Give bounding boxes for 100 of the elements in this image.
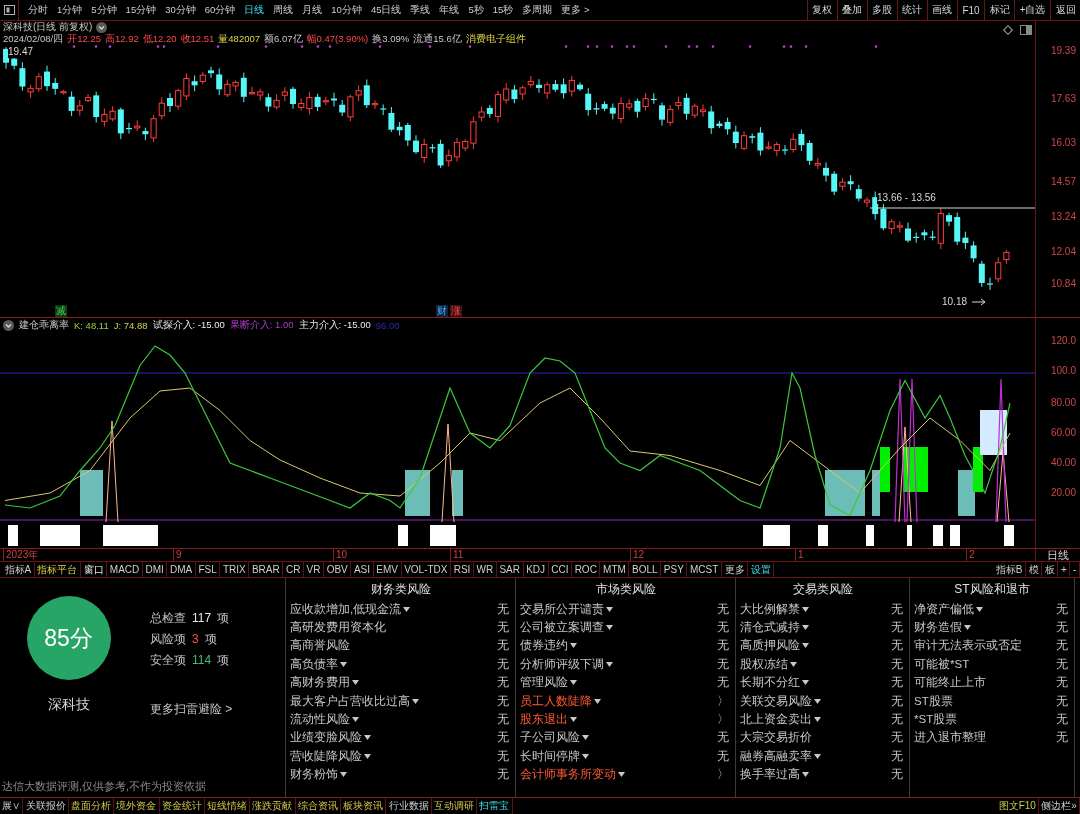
caret-down-icon[interactable] <box>976 606 983 612</box>
risk-item[interactable]: 高负债率 <box>290 656 338 672</box>
risk-item[interactable]: 股东退出 <box>520 712 568 728</box>
risk-item[interactable]: 高质押风险 <box>740 638 800 654</box>
more-menu[interactable]: 更多 > <box>561 3 590 17</box>
risk-item[interactable]: 财务造假 <box>914 620 962 636</box>
indicator-tab[interactable]: CCI <box>548 562 573 577</box>
indicator-tab[interactable]: BOLL <box>629 562 662 577</box>
risk-item[interactable]: 审计无法表示或否定 <box>914 638 1022 654</box>
bottom-tab[interactable]: 行业数据 <box>386 798 432 814</box>
risk-item[interactable]: 高研发费用资本化 <box>290 620 386 636</box>
period-tab[interactable]: 月线 <box>302 3 323 17</box>
risk-item[interactable]: 净资产偏低 <box>914 601 974 617</box>
risk-item[interactable]: 公司被立案调查 <box>520 620 604 636</box>
risk-item[interactable]: 交易所公开谴责 <box>520 601 604 617</box>
indicator-tab[interactable]: TRIX <box>220 562 250 577</box>
panel-control[interactable]: 指标B <box>993 562 1027 577</box>
split-panel-icon[interactable] <box>1020 25 1032 35</box>
caret-down-icon[interactable] <box>582 735 589 741</box>
caret-down-icon[interactable] <box>412 698 419 704</box>
bottom-tab[interactable]: 展∨ <box>0 798 24 814</box>
risk-item[interactable]: 股权冻结 <box>740 656 788 672</box>
risk-item[interactable]: 大宗交易折价 <box>740 730 812 746</box>
risk-item[interactable]: *ST股票 <box>914 712 958 728</box>
caret-down-icon[interactable] <box>570 680 577 686</box>
risk-item[interactable]: 财务粉饰 <box>290 767 338 783</box>
bottom-tab[interactable]: 综合资讯 <box>295 798 341 814</box>
indicator-tab[interactable]: CR <box>283 562 304 577</box>
risk-item[interactable]: 长时间停牌 <box>520 748 580 764</box>
period-tab[interactable]: 10分钟 <box>331 3 362 17</box>
indicator-tab[interactable]: PSY <box>661 562 688 577</box>
caret-down-icon[interactable] <box>340 772 347 778</box>
caret-down-icon[interactable] <box>802 606 809 612</box>
risk-item[interactable]: 融券高融卖率 <box>740 748 812 764</box>
risk-item[interactable]: 进入退市整理 <box>914 730 986 746</box>
side-panel-tab[interactable]: 图文F10 <box>996 798 1040 814</box>
indicator-tab[interactable]: 设置 <box>748 562 775 577</box>
indicator-tab[interactable]: MCST <box>687 562 722 577</box>
period-tab[interactable]: 多周期 <box>522 3 553 17</box>
indicator-tab[interactable]: 指标A <box>2 562 35 577</box>
risk-item[interactable]: 北上资金卖出 <box>740 712 812 728</box>
bottom-tab[interactable]: 境外资金 <box>114 798 160 814</box>
period-tab[interactable]: 周线 <box>273 3 294 17</box>
period-tab[interactable]: 日线 <box>244 3 265 17</box>
caret-down-icon[interactable] <box>606 606 613 612</box>
risk-item[interactable]: 业绩变脸风险 <box>290 730 362 746</box>
caret-down-icon[interactable] <box>340 661 347 667</box>
bottom-tab[interactable]: 涨跌贡献 <box>250 798 296 814</box>
risk-item[interactable]: 清仓式减持 <box>740 620 800 636</box>
caret-down-icon[interactable] <box>570 717 577 723</box>
period-tab[interactable]: 季线 <box>410 3 431 17</box>
risk-item[interactable]: 换手率过高 <box>740 767 800 783</box>
risk-item[interactable]: 关联交易风险 <box>740 693 812 709</box>
risk-item[interactable]: 员工人数陡降 <box>520 693 592 709</box>
more-scan-link[interactable]: 更多扫雷避险 > <box>150 701 233 718</box>
chevron-down-icon[interactable] <box>96 21 108 33</box>
caret-down-icon[interactable] <box>790 661 797 667</box>
caret-down-icon[interactable] <box>364 753 371 759</box>
period-tab[interactable]: 年线 <box>439 3 460 17</box>
indicator-tab[interactable]: VOL-TDX <box>401 562 452 577</box>
caret-down-icon[interactable] <box>352 680 359 686</box>
indicator-tab[interactable]: OBV <box>324 562 352 577</box>
indicator-tab[interactable]: DMA <box>167 562 196 577</box>
caret-down-icon[interactable] <box>606 661 613 667</box>
caret-down-icon[interactable] <box>606 625 613 631</box>
bottom-tab[interactable]: 互动调研 <box>431 798 478 814</box>
risk-item[interactable]: 高财务费用 <box>290 675 350 691</box>
indicator-tab[interactable]: WR <box>473 562 497 577</box>
bottom-tab[interactable]: 盘面分析 <box>68 798 115 814</box>
caret-down-icon[interactable] <box>802 625 809 631</box>
caret-down-icon[interactable] <box>570 643 577 649</box>
indicator-tab[interactable]: 窗口 <box>81 562 108 577</box>
caret-down-icon[interactable] <box>802 643 809 649</box>
caret-down-icon[interactable] <box>582 753 589 759</box>
risk-item[interactable]: 管理风险 <box>520 675 568 691</box>
caret-down-icon[interactable] <box>352 717 359 723</box>
caret-down-icon[interactable] <box>802 772 809 778</box>
caret-down-icon[interactable] <box>364 735 371 741</box>
caret-down-icon[interactable] <box>403 606 411 612</box>
period-tab[interactable]: 5秒 <box>468 3 484 17</box>
caret-down-icon[interactable] <box>618 772 625 778</box>
risk-item[interactable]: 长期不分红 <box>740 675 800 691</box>
panel-control[interactable]: 板 <box>1042 562 1059 577</box>
period-tab[interactable]: 15分钟 <box>125 3 157 17</box>
period-tab[interactable]: 5分钟 <box>91 3 117 17</box>
period-tab[interactable]: 15秒 <box>492 3 514 17</box>
risk-item[interactable]: ST股票 <box>914 693 953 709</box>
caret-down-icon[interactable] <box>964 625 971 631</box>
indicator-tab[interactable]: BRAR <box>249 562 284 577</box>
indicator-tab[interactable]: MACD <box>107 562 143 577</box>
period-tab[interactable]: 1分钟 <box>57 3 83 17</box>
risk-item[interactable]: 最大客户占营收比过高 <box>290 693 410 709</box>
risk-item[interactable]: 营收陡降风险 <box>290 748 362 764</box>
period-tab[interactable]: 30分钟 <box>165 3 196 17</box>
bottom-tab[interactable]: 板块资讯 <box>341 798 387 814</box>
risk-item[interactable]: 可能终止上市 <box>914 675 986 691</box>
period-tab[interactable]: 分时 <box>28 3 48 17</box>
panel-control[interactable]: - <box>1070 562 1080 577</box>
period-tab[interactable]: 60分钟 <box>204 3 236 17</box>
panel-control[interactable]: + <box>1058 562 1071 577</box>
